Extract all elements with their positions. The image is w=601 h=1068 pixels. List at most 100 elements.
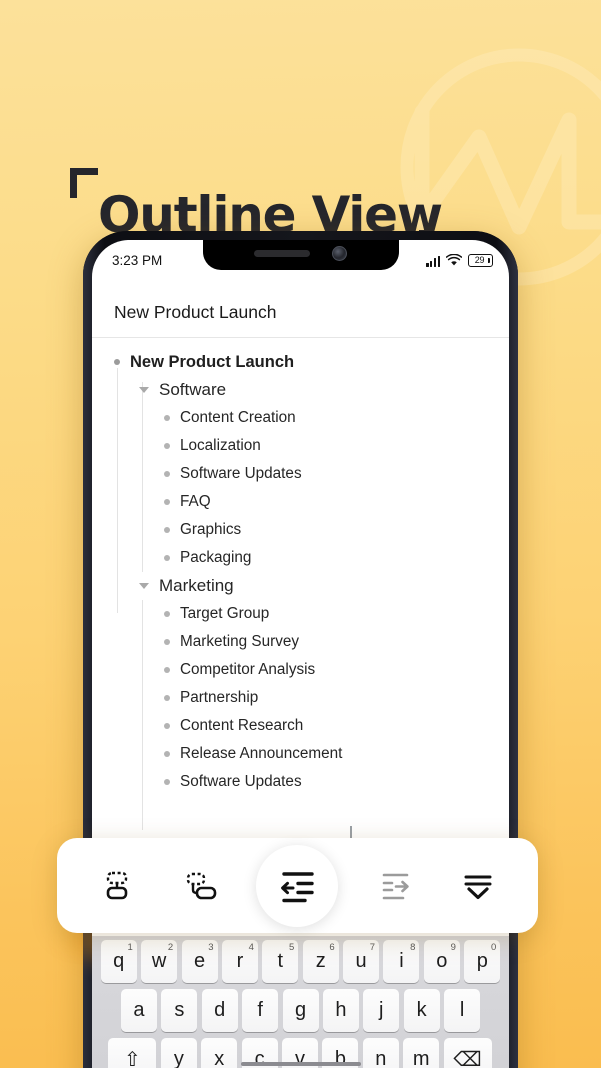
key-x[interactable]: x [201,1038,238,1068]
bullet-icon [164,639,170,645]
outline-item[interactable]: Graphics [92,516,509,544]
outline-item-label: Target Group [180,605,270,622]
key-label: o [436,950,448,972]
document-title: New Product Launch [92,276,509,338]
key-number-hint: 8 [410,942,416,953]
key-label: d [214,999,226,1021]
bullet-icon [114,359,120,365]
make-sibling-node-button[interactable] [173,859,227,913]
key-label: k [416,999,427,1021]
bullet-icon [164,751,170,757]
bullet-icon [164,723,170,729]
indent-button[interactable] [368,859,422,913]
key-m[interactable]: m [403,1038,440,1068]
key-y[interactable]: y [160,1038,197,1068]
key-r[interactable]: 4r [221,940,258,983]
shift-key[interactable]: ⇧ [108,1038,157,1068]
corner-bracket-open-icon [70,168,98,198]
key-label: z [315,950,326,972]
outline-item-label: Packaging [180,549,252,566]
key-label: x [214,1048,225,1068]
poster-heading: Outline View [0,78,601,260]
key-h[interactable]: h [322,989,359,1032]
key-e[interactable]: 3e [181,940,218,983]
outline-item-label: Software Updates [180,465,302,482]
outline-item-label: Release Announcement [180,745,343,762]
key-w[interactable]: 2w [141,940,178,983]
bullet-icon [164,499,170,505]
outline-item[interactable]: Localization [92,432,509,460]
key-label: j [379,999,384,1021]
outline-item[interactable]: Target Group [92,600,509,628]
key-label: ⇧ [124,1049,141,1068]
key-number-hint: 9 [450,942,456,953]
move-node-up-button[interactable] [90,859,144,913]
cellular-signal-icon [426,255,440,267]
key-q[interactable]: 1q [100,940,137,983]
outline-item[interactable]: Release Announcement [92,740,509,768]
key-k[interactable]: k [403,989,440,1032]
outline-item-label: FAQ [180,493,211,510]
outline-item[interactable]: Marketing [92,572,509,600]
key-number-hint: 4 [248,942,254,953]
outline-item[interactable]: FAQ [92,488,509,516]
key-l[interactable]: l [444,989,481,1032]
key-number-hint: 0 [490,942,497,953]
bullet-icon [164,443,170,449]
key-p[interactable]: 0p [464,940,501,983]
key-number-hint: 1 [127,942,133,953]
collapse-all-button[interactable] [451,859,505,913]
key-label: i [399,950,404,972]
wifi-icon [446,253,462,265]
key-d[interactable]: d [201,989,238,1032]
outline-item[interactable]: Packaging [92,544,509,572]
on-screen-keyboard[interactable]: 1q2w3e4r5t6z7u8i9o0p asdfghjkl ⇧ y x c v b n m ⌫ [92,936,509,1068]
outline-item-label: Software [159,380,227,399]
key-label: g [294,999,307,1021]
bullet-icon [164,695,170,701]
key-label: ⌫ [453,1049,482,1068]
battery-level: 29 [474,254,485,265]
chevron-down-icon[interactable] [139,583,149,589]
battery-icon: 29 [468,253,493,267]
key-z[interactable]: 6z [302,940,339,983]
key-f[interactable]: f [242,989,279,1032]
poster-canvas: Outline View 3:23 PM 29 New Product Laun… [0,0,601,1068]
key-u[interactable]: 7u [343,940,380,983]
bullet-icon [164,471,170,477]
key-j[interactable]: j [363,989,400,1032]
key-label: h [335,999,347,1021]
key-i[interactable]: 8i [383,940,420,983]
outline-item[interactable]: Content Research [92,712,509,740]
key-label: t [277,950,284,972]
key-label: w [151,950,167,972]
key-t[interactable]: 5t [262,940,299,983]
key-label: y [173,1048,184,1068]
key-n[interactable]: n [362,1038,399,1068]
outline-item-label: Software Updates [180,773,302,790]
key-label: s [174,999,185,1021]
outline-item[interactable]: Competitor Analysis [92,656,509,684]
outline-item[interactable]: Partnership [92,684,509,712]
status-time: 3:23 PM [112,252,163,268]
outline-item[interactable]: Software Updates [92,768,509,796]
key-s[interactable]: s [161,989,198,1032]
outline-toolbar [57,838,538,933]
backspace-key[interactable]: ⌫ [443,1038,492,1068]
key-g[interactable]: g [282,989,319,1032]
key-o[interactable]: 9o [423,940,460,983]
chevron-down-icon[interactable] [139,387,149,393]
key-a[interactable]: a [120,989,157,1032]
outline-item[interactable]: New Product Launch [92,348,509,376]
outline-list: New Product Launch Software Content Creati… [92,338,509,830]
key-number-hint: 6 [329,942,335,953]
outdent-button[interactable] [256,844,339,927]
outline-item[interactable]: Software Updates [92,460,509,488]
outline-item-label: Localization [180,437,261,454]
key-number-hint: 2 [167,942,174,953]
outline-item-label: Content Creation [180,409,296,426]
outline-item[interactable]: Software [92,376,509,404]
outline-item-label: Marketing [159,576,234,595]
outline-item[interactable]: Marketing Survey [92,628,509,656]
outline-item[interactable]: Content Creation [92,404,509,432]
